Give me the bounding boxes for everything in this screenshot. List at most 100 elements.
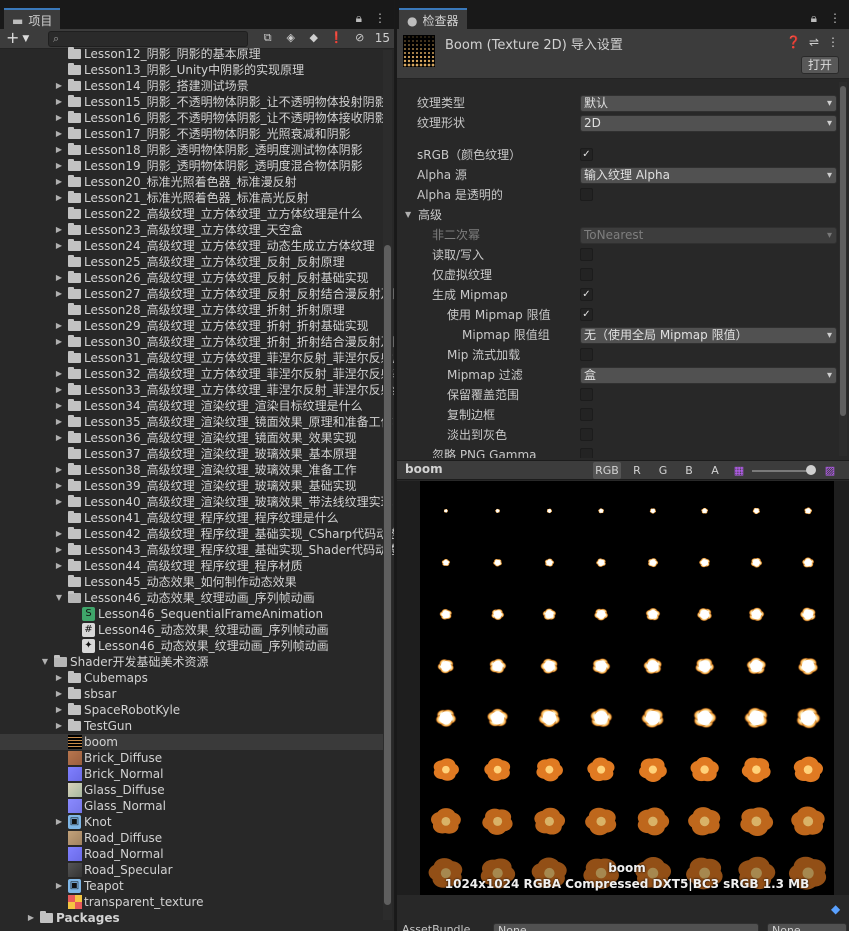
- expand-arrow-icon[interactable]: ▶: [54, 702, 64, 718]
- expand-arrow-icon[interactable]: ▶: [54, 142, 64, 158]
- prop-checkbox[interactable]: [580, 268, 593, 281]
- expand-arrow-icon[interactable]: ▶: [54, 190, 64, 206]
- expand-arrow-icon[interactable]: ▶: [54, 686, 64, 702]
- tree-item[interactable]: ▶ Lesson15_阴影_不透明物体阴影_让不透明物体投射阴影: [0, 94, 387, 110]
- tree-item[interactable]: Road_Diffuse: [0, 830, 383, 846]
- expand-arrow-icon[interactable]: ▶: [54, 414, 64, 430]
- mip-slider-track[interactable]: [752, 470, 810, 472]
- inspector-scrollbar[interactable]: [839, 82, 847, 456]
- mip-level-icon[interactable]: ▦: [731, 462, 747, 479]
- tree-item[interactable]: ▶ Lesson14_阴影_搭建测试场景: [0, 78, 383, 94]
- tree-item[interactable]: Brick_Normal: [0, 766, 383, 782]
- tree-item[interactable]: Glass_Normal: [0, 798, 383, 814]
- assetbundle-variant-dropdown[interactable]: None: [767, 923, 847, 931]
- expand-arrow-icon[interactable]: ▶: [54, 430, 64, 446]
- expand-arrow-icon[interactable]: ▶: [54, 462, 64, 478]
- expand-arrow-icon[interactable]: ▶: [54, 110, 64, 126]
- tab-inspector[interactable]: ● 检查器: [399, 8, 467, 29]
- tree-item[interactable]: ▶ Lesson38_高级纹理_渲染纹理_玻璃效果_准备工作: [0, 462, 383, 478]
- tree-item[interactable]: ▶ Lesson18_阴影_透明物体阴影_透明度测试物体阴影: [0, 142, 383, 158]
- expand-arrow-icon[interactable]: ▶: [54, 174, 64, 190]
- inspector-scroll-thumb[interactable]: [840, 86, 846, 416]
- tree-item[interactable]: Lesson37_高级纹理_渲染纹理_玻璃效果_基本原理: [0, 446, 383, 462]
- expand-arrow-icon[interactable]: ▶: [54, 878, 64, 894]
- expand-arrow-icon[interactable]: ▶: [54, 334, 64, 350]
- filter-type-icon[interactable]: ◈: [283, 30, 299, 46]
- tree-item[interactable]: ▶ Lesson27_高级纹理_立方体纹理_反射_反射结合漫反射及阴: [0, 286, 394, 302]
- tree-item[interactable]: boom: [0, 734, 383, 750]
- tree-item[interactable]: ▶ ▣ Knot: [0, 814, 383, 830]
- tree-item[interactable]: Lesson13_阴影_Unity中阴影的实现原理: [0, 62, 383, 78]
- channel-b-button[interactable]: B: [679, 462, 699, 479]
- search-by-type-icon[interactable]: ⧉: [260, 30, 276, 46]
- tree-item[interactable]: ▶ Lesson33_高级纹理_立方体纹理_菲涅尔反射_菲涅尔反射结: [0, 382, 394, 398]
- tree-item[interactable]: ▶ Lesson36_高级纹理_渲染纹理_镜面效果_效果实现: [0, 430, 383, 446]
- tree-item[interactable]: Lesson31_高级纹理_立方体纹理_菲涅尔反射_菲涅尔反射原: [0, 350, 394, 366]
- presets-icon[interactable]: ⇌: [809, 35, 819, 49]
- prop-dropdown[interactable]: ToNearest: [580, 227, 837, 244]
- tree-item[interactable]: ▶ Lesson35_高级纹理_渲染纹理_镜面效果_原理和准备工作: [0, 414, 393, 430]
- expand-arrow-icon[interactable]: ▶: [54, 126, 64, 142]
- lock-icon[interactable]: 🔒︎: [356, 11, 362, 26]
- create-button[interactable]: + ▼: [6, 29, 29, 48]
- tree-item[interactable]: ▶ Lesson42_高级纹理_程序纹理_基础实现_CSharp代码动态生: [0, 526, 394, 542]
- tree-item[interactable]: Lesson22_高级纹理_立方体纹理_立方体纹理是什么: [0, 206, 383, 222]
- tree-item[interactable]: ▶ Lesson30_高级纹理_立方体纹理_折射_折射结合漫反射及阴: [0, 334, 394, 350]
- label-tag-icon[interactable]: ◆: [831, 902, 845, 916]
- tree-item[interactable]: ▶ Lesson19_阴影_透明物体阴影_透明度混合物体阴影: [0, 158, 383, 174]
- expand-arrow-icon[interactable]: ▶: [54, 478, 64, 494]
- search-input[interactable]: ⌕: [48, 31, 248, 47]
- channel-rgb-button[interactable]: RGB: [593, 462, 621, 479]
- tab-project[interactable]: ▬ 项目: [4, 8, 61, 29]
- tree-item[interactable]: ▶ TestGun: [0, 718, 383, 734]
- channel-r-button[interactable]: R: [627, 462, 647, 479]
- project-scrollbar[interactable]: [383, 50, 392, 920]
- expand-arrow-icon[interactable]: ▶: [54, 78, 64, 94]
- tree-item[interactable]: ▶ Packages: [0, 910, 383, 926]
- tree-item[interactable]: ▶ Lesson20_标准光照着色器_标准漫反射: [0, 174, 383, 190]
- expand-arrow-icon[interactable]: ▶: [54, 670, 64, 686]
- expand-arrow-icon[interactable]: ▶: [54, 158, 64, 174]
- expand-arrow-open-icon[interactable]: ▼: [40, 654, 50, 670]
- prop-checkbox[interactable]: [580, 448, 593, 458]
- tree-item[interactable]: ▶ Lesson32_高级纹理_立方体纹理_菲涅尔反射_菲涅尔反射基: [0, 366, 394, 382]
- tree-item[interactable]: # Lesson46_动态效果_纹理动画_序列帧动画: [0, 622, 383, 638]
- hidden-packages-icon[interactable]: ⊘: [352, 30, 368, 46]
- tree-item[interactable]: ▼ Shader开发基础美术资源: [0, 654, 383, 670]
- expand-arrow-icon[interactable]: ▶: [54, 542, 64, 558]
- tree-item[interactable]: Lesson25_高级纹理_立方体纹理_反射_反射原理: [0, 254, 383, 270]
- assetbundle-name-dropdown[interactable]: None: [493, 923, 759, 931]
- lock-icon[interactable]: 🔒︎: [811, 11, 817, 26]
- expand-arrow-icon[interactable]: ▶: [54, 718, 64, 734]
- tree-item[interactable]: Brick_Diffuse: [0, 750, 383, 766]
- tree-item[interactable]: ▶ Lesson44_高级纹理_程序纹理_程序材质: [0, 558, 383, 574]
- tree-item[interactable]: ✦ Lesson46_动态效果_纹理动画_序列帧动画: [0, 638, 383, 654]
- prop-checkbox[interactable]: ✓: [580, 148, 593, 161]
- expand-arrow-icon[interactable]: ▶: [26, 910, 36, 926]
- expand-arrow-icon[interactable]: ▶: [54, 94, 64, 110]
- prop-checkbox[interactable]: [580, 428, 593, 441]
- tree-item[interactable]: ▶ SpaceRobotKyle: [0, 702, 383, 718]
- more-menu-icon[interactable]: ⋮: [374, 11, 386, 26]
- tree-item[interactable]: Lesson12_阴影_阴影的基本原理: [0, 46, 383, 62]
- expand-arrow-icon[interactable]: ▶: [54, 558, 64, 574]
- expand-arrow-icon[interactable]: ▶: [54, 222, 64, 238]
- expand-arrow-icon[interactable]: ▶: [54, 526, 64, 542]
- prop-dropdown[interactable]: 2D: [580, 115, 837, 132]
- tree-item[interactable]: ▶ Lesson39_高级纹理_渲染纹理_玻璃效果_基础实现: [0, 478, 383, 494]
- expand-arrow-icon[interactable]: ▶: [54, 238, 64, 254]
- tree-item[interactable]: ▶ Lesson34_高级纹理_渲染纹理_渲染目标纹理是什么: [0, 398, 383, 414]
- mip-max-icon[interactable]: ▨: [822, 462, 838, 479]
- warning-icon[interactable]: ❗: [329, 30, 345, 46]
- tree-item[interactable]: ▶ Lesson29_高级纹理_立方体纹理_折射_折射基础实现: [0, 318, 383, 334]
- prop-checkbox[interactable]: ✓: [580, 288, 593, 301]
- prop-dropdown[interactable]: 无（使用全局 Mipmap 限值）: [580, 327, 837, 344]
- tree-item[interactable]: transparent_texture: [0, 894, 383, 910]
- expand-arrow-icon[interactable]: ▶: [54, 494, 64, 510]
- channel-a-button[interactable]: A: [705, 462, 725, 479]
- tree-item[interactable]: ▶ Cubemaps: [0, 670, 383, 686]
- prop-dropdown[interactable]: 输入纹理 Alpha: [580, 167, 837, 184]
- help-icon[interactable]: ❓: [786, 35, 801, 49]
- expand-arrow-icon[interactable]: ▶: [54, 814, 64, 830]
- tree-item[interactable]: Road_Normal: [0, 846, 383, 862]
